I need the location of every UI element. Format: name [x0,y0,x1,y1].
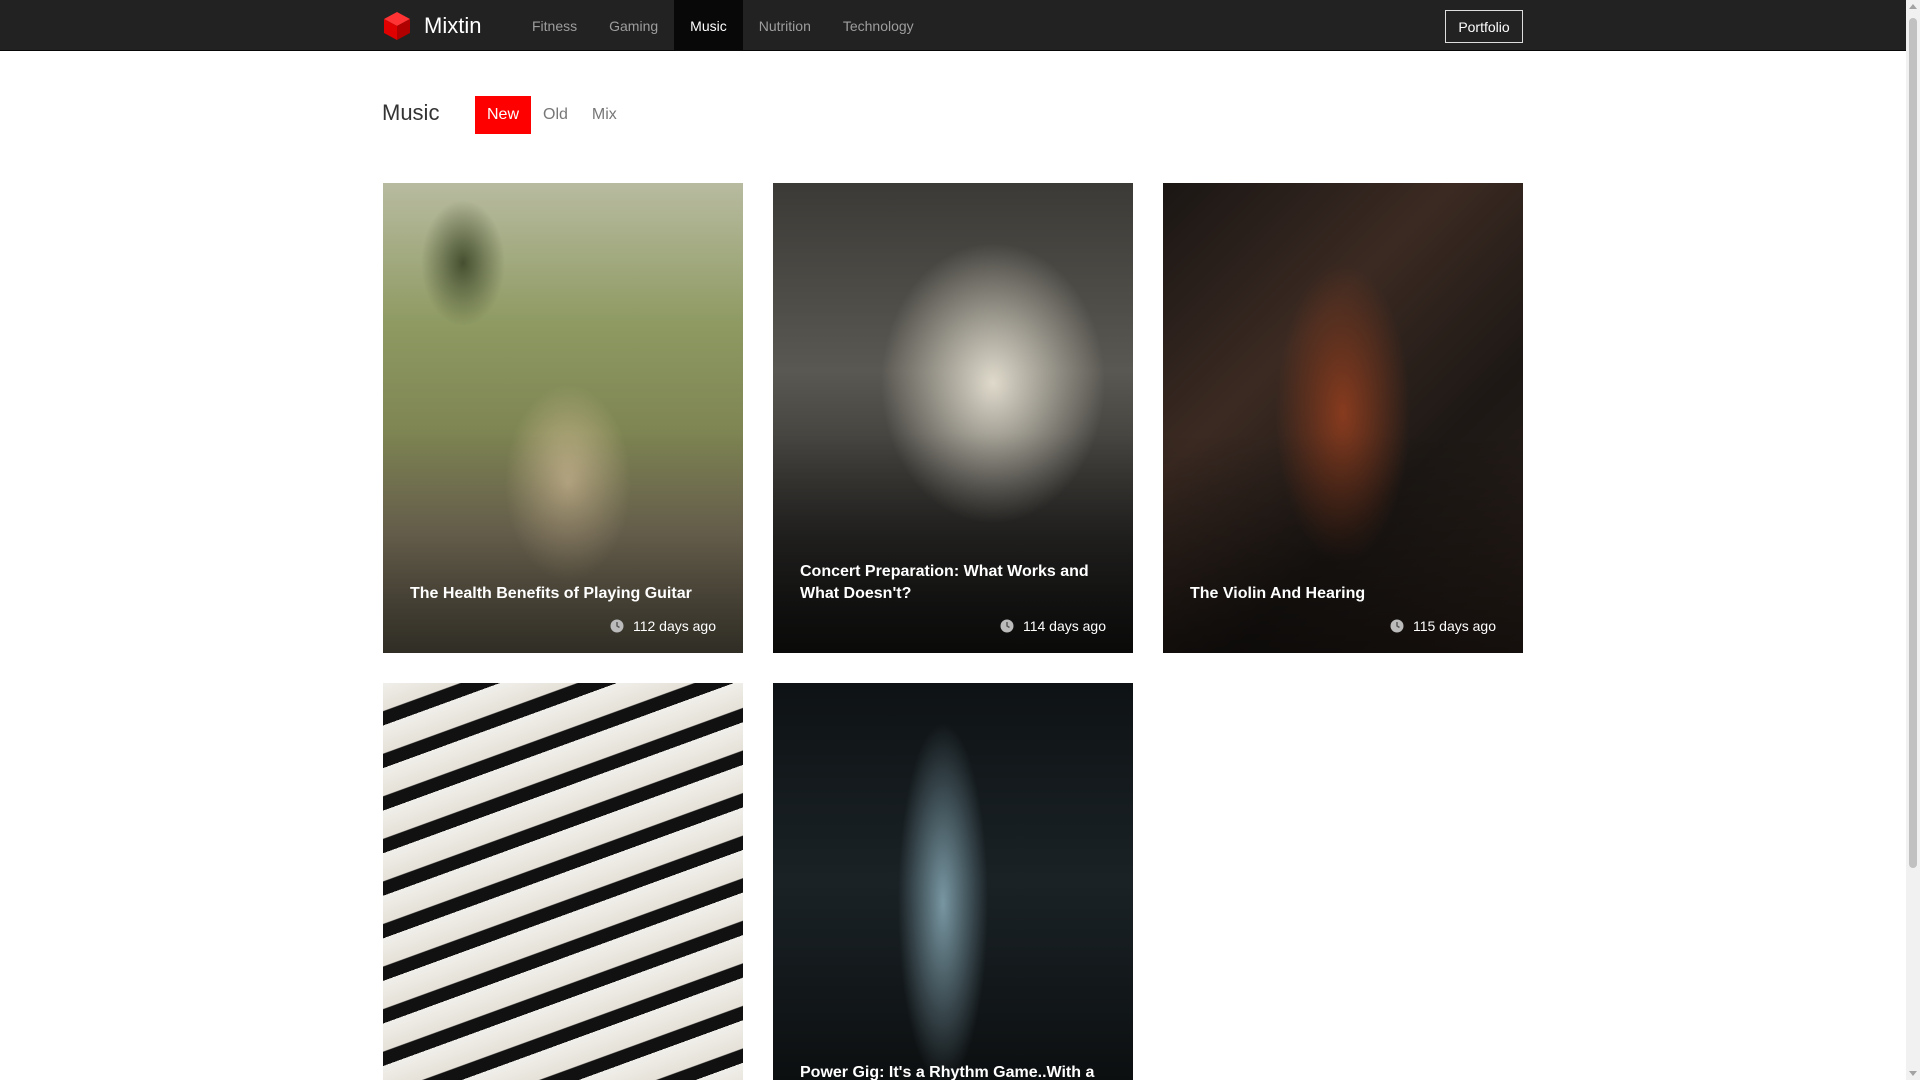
post-title[interactable]: The Health Benefits of Playing Guitar [410,583,716,605]
clock-icon [1000,619,1014,633]
post-image [773,683,1133,1080]
vertical-scrollbar[interactable] [1906,0,1920,1080]
main-nav: Fitness Gaming Music Nutrition Technolog… [516,0,930,51]
post-image [383,683,743,1080]
post-title[interactable]: Power Gig: It's a Rhythm Game..With a [800,1062,1106,1080]
post-age: 114 days ago [1022,618,1106,634]
post-card[interactable]: Concert Preparation: What Works and What… [773,183,1133,653]
sort-filters: New Old Mix [475,96,629,134]
filter-mix[interactable]: Mix [580,96,629,134]
post-card[interactable] [383,683,743,1080]
scroll-thumb[interactable] [1909,18,1917,868]
filter-new[interactable]: New [475,96,532,134]
scroll-up-icon[interactable] [1909,4,1917,9]
filter-old[interactable]: Old [531,96,580,134]
brand-name: Mixtin [424,12,482,38]
brand[interactable]: Mixtin [382,0,481,51]
clock-icon [1390,619,1404,633]
top-navbar: Mixtin Fitness Gaming Music Nutrition Te… [0,0,1906,51]
post-meta: 112 days ago [610,618,716,634]
post-card[interactable]: The Health Benefits of Playing Guitar 11… [383,183,743,653]
nav-item-gaming[interactable]: Gaming [593,0,674,51]
section-title: Music [382,100,440,125]
post-age: 115 days ago [1412,618,1496,634]
cube-logo-icon [384,11,410,40]
post-card[interactable]: Power Gig: It's a Rhythm Game..With a [773,683,1133,1080]
nav-item-fitness[interactable]: Fitness [516,0,593,51]
nav-item-music[interactable]: Music [674,0,743,51]
post-meta: 114 days ago [1000,618,1106,634]
portfolio-button[interactable]: Portfolio [1445,10,1523,43]
post-card[interactable]: The Violin And Hearing 115 days ago [1163,183,1523,653]
post-title[interactable]: The Violin And Hearing [1190,583,1496,605]
post-title[interactable]: Concert Preparation: What Works and What… [800,561,1106,605]
clock-icon [610,619,624,633]
nav-item-technology[interactable]: Technology [827,0,930,51]
post-meta: 115 days ago [1390,618,1496,634]
scroll-down-icon[interactable] [1909,1071,1917,1076]
post-age: 112 days ago [632,618,716,634]
nav-item-nutrition[interactable]: Nutrition [743,0,827,51]
